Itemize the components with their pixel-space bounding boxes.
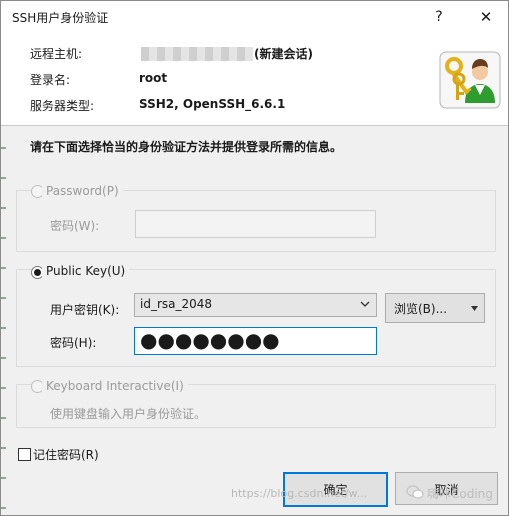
remember-password-checkbox[interactable] <box>18 448 31 461</box>
password-field-label: 密码(W): <box>50 219 100 233</box>
remote-host-label: 远程主机: <box>30 47 83 61</box>
login-value: root <box>139 71 168 85</box>
user-key-icon <box>439 51 501 109</box>
user-key-select[interactable]: id_rsa_2048 <box>134 293 377 317</box>
watermark-brand: 嗨咔Coding <box>427 487 493 501</box>
close-button[interactable]: ✕ <box>471 5 501 29</box>
remember-password-label[interactable]: 记住密码(R) <box>33 446 99 463</box>
passphrase-masked-value: ●●●●●●●● <box>140 328 280 352</box>
dropdown-arrow-icon <box>471 304 478 313</box>
password-field <box>135 210 376 238</box>
keyboard-interactive-radio-label[interactable]: Keyboard Interactive(I) <box>42 379 188 393</box>
login-label: 登录名: <box>30 73 71 87</box>
passphrase-input[interactable]: ●●●●●●●● <box>134 327 377 355</box>
watermark-url: https://blog.csdn.net/w... <box>231 487 368 500</box>
info-panel: 远程主机: (新建会话) 登录名: root 服务器类型: SSH2, Open… <box>1 33 508 126</box>
instructions-text: 请在下面选择恰当的身份验证方法并提供登录所需的信息。 <box>30 140 343 154</box>
keyboard-interactive-description: 使用键盘输入用户身份验证。 <box>50 407 207 421</box>
remote-host-redacted <box>141 47 253 61</box>
browse-button-label: 浏览(B)... <box>394 302 448 316</box>
help-button[interactable]: ? <box>425 5 453 29</box>
server-type-value: SSH2, OpenSSH_6.6.1 <box>139 97 286 111</box>
user-key-label: 用户密钥(K): <box>50 303 120 317</box>
passphrase-label: 密码(H): <box>50 336 97 350</box>
window-title: SSH用户身份验证 <box>12 11 109 25</box>
publickey-radio-label[interactable]: Public Key(U) <box>42 264 130 278</box>
chevron-down-icon <box>360 297 370 314</box>
ssh-auth-dialog: SSH用户身份验证 ? ✕ 远程主机: (新建会话) 登录名: root 服务器… <box>0 0 509 516</box>
user-key-value: id_rsa_2048 <box>140 297 213 311</box>
password-radio-label[interactable]: Password(P) <box>42 184 123 198</box>
title-bar: SSH用户身份验证 ? ✕ <box>1 1 508 33</box>
browse-button[interactable]: 浏览(B)... <box>385 293 485 323</box>
background-artifact <box>1 127 6 515</box>
wechat-icon <box>406 485 424 502</box>
remote-host-suffix: (新建会话) <box>254 47 313 61</box>
server-type-label: 服务器类型: <box>30 99 95 113</box>
